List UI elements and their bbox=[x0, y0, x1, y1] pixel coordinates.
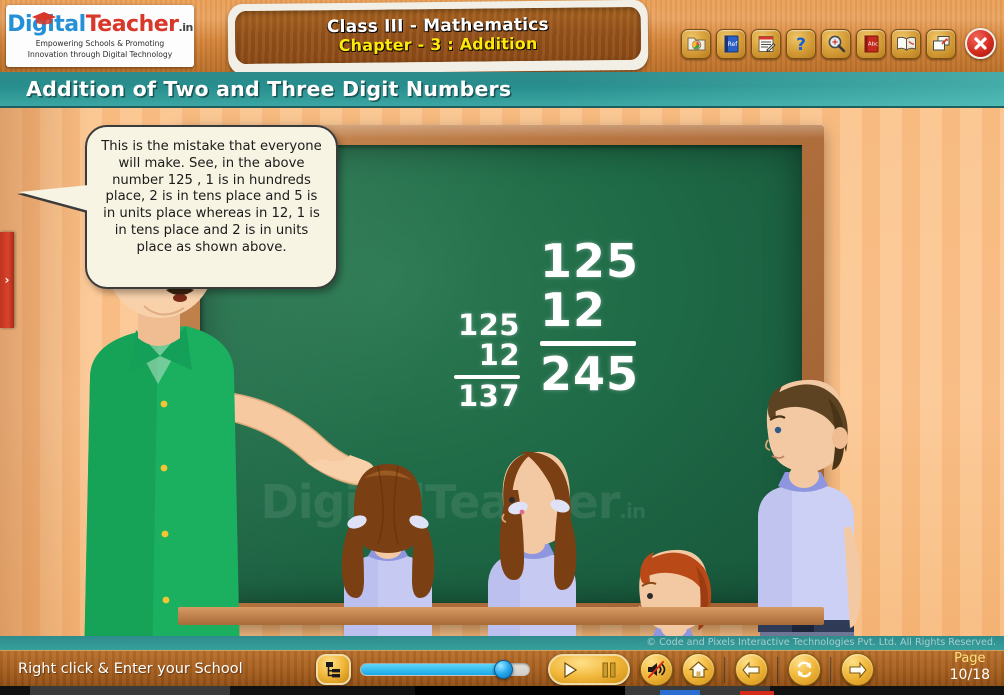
sum-small-addend-1: 125 bbox=[457, 308, 520, 342]
next-button[interactable] bbox=[841, 653, 874, 686]
sum-small-result: 137 bbox=[457, 378, 520, 413]
copyright-text: © Code and Pixels Interactive Technologi… bbox=[0, 636, 1004, 650]
top-bar: DigitalTeacher.in Empowering Schools & P… bbox=[0, 0, 1004, 75]
home-button[interactable] bbox=[682, 653, 715, 686]
speech-bubble-text: This is the mistake that everyone will m… bbox=[101, 139, 322, 255]
pause-button[interactable] bbox=[601, 661, 617, 679]
school-prompt: Right click & Enter your School bbox=[18, 660, 243, 677]
help-icon[interactable]: ? bbox=[786, 28, 816, 59]
page-indicator-value: 10/18 bbox=[949, 666, 990, 683]
lesson-stage: DigitalTeacher.in 125 12 137 125 12 245 bbox=[0, 108, 1004, 636]
brand-tagline: Empowering Schools & Promoting Innovatio… bbox=[28, 39, 172, 60]
svg-text:?: ? bbox=[796, 35, 806, 54]
svg-text:Ref: Ref bbox=[727, 41, 738, 48]
progress-slider[interactable] bbox=[360, 660, 530, 679]
lesson-title-bar: Addition of Two and Three Digit Numbers bbox=[0, 72, 1004, 108]
taskbar-segment[interactable] bbox=[30, 686, 230, 695]
sum-big-rule bbox=[540, 340, 636, 346]
svg-text:Abc: Abc bbox=[867, 41, 877, 47]
toolbar: Ref ? Abc bbox=[681, 28, 996, 59]
tagline-line-1: Empowering Schools & Promoting bbox=[35, 39, 165, 49]
page-indicator: Page 10/18 bbox=[949, 651, 990, 683]
open-book-icon[interactable] bbox=[891, 28, 921, 59]
chapter-title: Chapter - 3 : Addition bbox=[338, 33, 538, 55]
speech-bubble: This is the mistake that everyone will m… bbox=[19, 125, 338, 289]
blackboard-sum-incorrect: 125 12 245 bbox=[540, 237, 639, 398]
replay-button[interactable] bbox=[788, 653, 821, 686]
blackboard-ledge bbox=[178, 607, 824, 625]
chevron-right-icon: › bbox=[4, 273, 10, 287]
dictionary-icon[interactable]: Abc bbox=[856, 28, 886, 59]
tagline-line-2: Innovation through Digital Technology bbox=[27, 49, 173, 59]
bottom-control-bar: Right click & Enter your School Page 10/… bbox=[0, 650, 1004, 686]
close-button[interactable] bbox=[965, 28, 996, 59]
control-divider bbox=[777, 656, 779, 683]
navigation-controls bbox=[640, 653, 874, 686]
os-taskbar bbox=[0, 686, 1004, 695]
index-tree-button[interactable] bbox=[316, 654, 351, 685]
arrow-right-icon bbox=[849, 661, 867, 678]
sum-small-addend-2: 12 bbox=[478, 338, 520, 373]
sum-big-result: 245 bbox=[540, 346, 640, 401]
watermark-tld: .in bbox=[619, 499, 646, 524]
taskbar-item-icon[interactable] bbox=[740, 691, 774, 695]
control-divider bbox=[830, 656, 832, 683]
play-button[interactable] bbox=[561, 661, 579, 679]
graduation-cap-icon bbox=[32, 12, 56, 25]
chapter-title-plaque: Class III - Mathematics Chapter - 3 : Ad… bbox=[227, 0, 649, 75]
refresh-icon bbox=[797, 661, 812, 678]
slider-handle[interactable] bbox=[494, 660, 513, 679]
speaker-mute-icon bbox=[648, 661, 666, 678]
reference-book-icon[interactable]: Ref bbox=[716, 28, 746, 59]
plaque-wood-panel: Class III - Mathematics Chapter - 3 : Ad… bbox=[234, 6, 642, 65]
zoom-search-icon[interactable] bbox=[821, 28, 851, 59]
restore-window-icon[interactable] bbox=[926, 28, 956, 59]
slider-fill bbox=[361, 664, 504, 675]
sidebar-expand-tab[interactable]: › bbox=[0, 232, 14, 328]
page-title: Addition of Two and Three Digit Numbers bbox=[26, 77, 512, 101]
previous-button[interactable] bbox=[735, 653, 768, 686]
taskbar-item-icon[interactable] bbox=[660, 690, 700, 695]
control-divider bbox=[724, 656, 726, 683]
home-icon bbox=[688, 661, 709, 678]
recent-folder-icon[interactable] bbox=[681, 28, 711, 59]
sum-big-addend-1: 125 bbox=[540, 234, 640, 288]
notes-pencil-icon[interactable] bbox=[751, 28, 781, 59]
play-pause-control[interactable] bbox=[548, 654, 630, 685]
application-window: DigitalTeacher.in Empowering Schools & P… bbox=[0, 0, 1004, 695]
speech-bubble-tail bbox=[19, 185, 89, 211]
brand-logo: DigitalTeacher.in Empowering Schools & P… bbox=[6, 5, 194, 67]
sum-big-addend-2: 12 bbox=[540, 282, 607, 337]
tree-list-icon bbox=[326, 662, 340, 678]
taskbar-segment[interactable] bbox=[415, 686, 625, 695]
blackboard-sum-correct: 125 12 137 bbox=[452, 310, 520, 411]
arrow-left-icon bbox=[742, 661, 760, 678]
page-indicator-label: Page bbox=[954, 651, 986, 666]
student-boy-tall bbox=[758, 379, 861, 636]
mute-button[interactable] bbox=[640, 653, 673, 686]
logo-tld-text: .in bbox=[178, 21, 194, 35]
logo-teacher-text: Teacher bbox=[85, 12, 179, 38]
